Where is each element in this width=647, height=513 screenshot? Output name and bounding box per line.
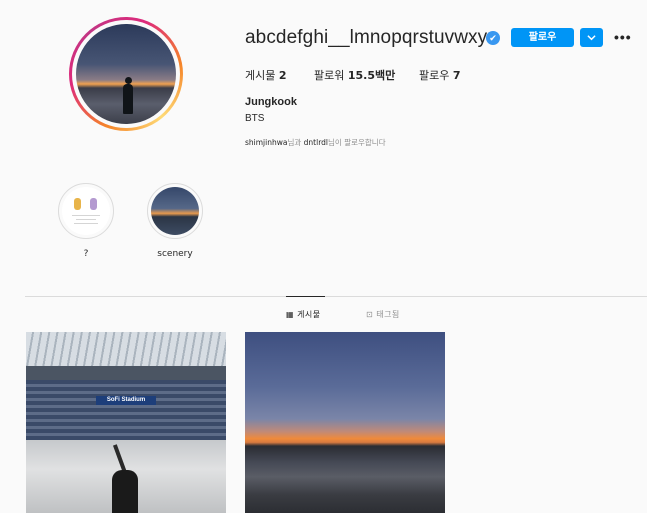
grid-icon: ▦ (286, 310, 295, 319)
tab-posts-label: 게시물 (297, 310, 321, 319)
bio: BTS (245, 113, 265, 124)
posts-count: 2 (278, 69, 287, 82)
followers-label: 팔로워 (314, 69, 345, 82)
chevron-down-icon (587, 35, 596, 41)
followed-by-suffix: 님이 팔로우합니다 (328, 138, 386, 147)
tab-tagged-label: 태그됨 (376, 310, 400, 319)
tag-icon: ⊡ (366, 310, 374, 319)
highlight-scenery[interactable] (147, 183, 203, 239)
username: abcdefghi__lmnopqrstuvwxyz (245, 27, 497, 48)
stadium-ring (26, 366, 226, 380)
active-tab-indicator (286, 296, 325, 297)
tab-divider (25, 296, 647, 297)
post-stadium[interactable]: SoFi Stadium (26, 332, 226, 513)
highlight-cover (151, 187, 199, 235)
highlight-cover-lines: ——————— ————— —————— (72, 212, 100, 225)
followers-count: 15.5백만 (347, 69, 396, 82)
highlight-cover: ——————— ————— —————— (62, 187, 110, 235)
following-stat[interactable]: 팔로우 7 (419, 67, 461, 83)
highlight-label-scenery: scenery (157, 249, 193, 259)
avatar-image (76, 24, 176, 124)
highlight-question[interactable]: ——————— ————— —————— (58, 183, 114, 239)
avatar-gap (72, 20, 180, 128)
followed-by-user-2[interactable]: dntlrdl (304, 138, 328, 147)
stadium-stands (26, 380, 226, 440)
followed-by-connector: 님과 (287, 138, 302, 147)
full-name: Jungkook (245, 96, 297, 108)
verified-badge-icon: ✔ (486, 31, 500, 45)
followed-by[interactable]: shimjinhwa님과 dntlrdl님이 팔로우합니다 (245, 137, 386, 148)
stadium-banner: SoFi Stadium (96, 396, 156, 405)
highlight-label-question: ? (83, 249, 89, 259)
more-options-button[interactable]: ••• (614, 29, 632, 45)
posts-label: 게시물 (245, 69, 276, 82)
tab-tagged[interactable]: ⊡ 태그됨 (366, 309, 400, 320)
avatar-figure (123, 77, 133, 114)
tab-posts[interactable]: ▦ 게시물 (286, 309, 321, 320)
follow-button[interactable]: 팔로우 (511, 28, 574, 47)
following-label: 팔로우 (419, 69, 450, 82)
character-right (90, 198, 97, 210)
character-left (74, 198, 81, 210)
posts-stat: 게시물 2 (245, 67, 287, 83)
person-silhouette (112, 470, 138, 513)
followed-by-user-1[interactable]: shimjinhwa (245, 138, 287, 147)
profile-avatar[interactable] (69, 17, 183, 131)
following-count: 7 (452, 69, 461, 82)
suggested-dropdown-button[interactable] (580, 28, 603, 47)
post-sunset[interactable] (245, 332, 445, 513)
followers-stat[interactable]: 팔로워 15.5백만 (314, 67, 395, 83)
